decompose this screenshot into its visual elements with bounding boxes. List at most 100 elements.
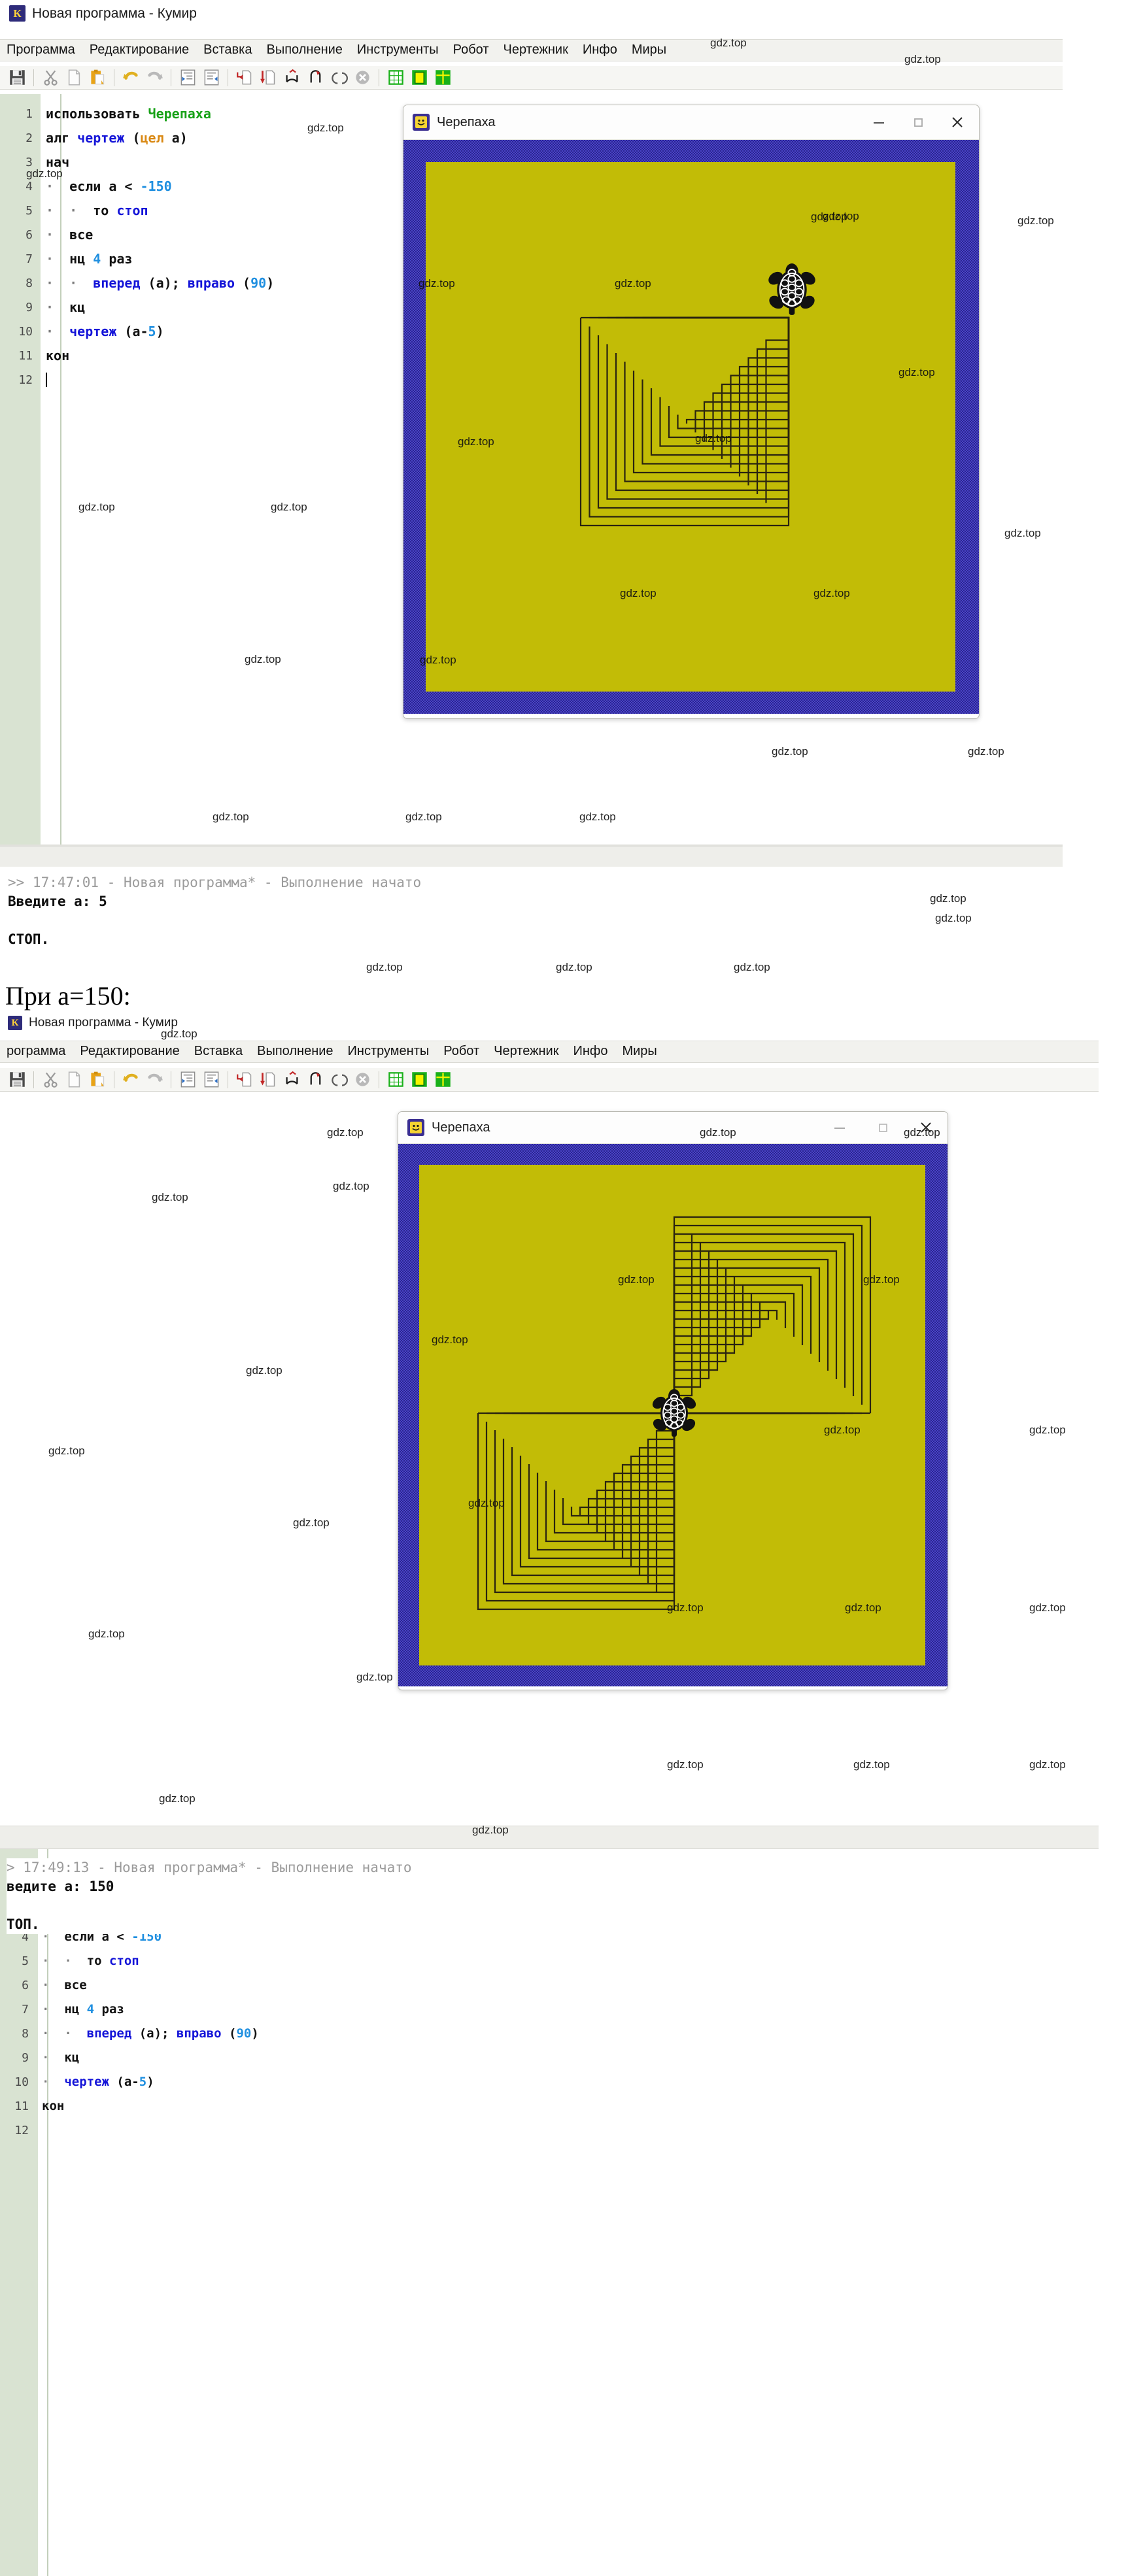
close-icon[interactable] (949, 114, 966, 131)
menu-item-1[interactable]: Редактирование (90, 42, 189, 58)
spiral-ring (598, 318, 789, 508)
window1-toolbar[interactable] (0, 66, 1063, 90)
indent-icon[interactable] (178, 1070, 197, 1090)
code-text[interactable]: · чертеж (а-5) (37, 2070, 1099, 2094)
menu-item-4[interactable]: Инструменты (357, 42, 439, 58)
menu-item-7[interactable]: Инфо (573, 1044, 607, 1059)
spiral-ring (651, 318, 789, 455)
run-icon[interactable] (282, 68, 301, 88)
window-green-icon[interactable] (409, 1070, 429, 1090)
window-green-icon[interactable] (409, 68, 429, 88)
copy-icon[interactable] (64, 68, 84, 88)
maximize-icon[interactable] (910, 114, 927, 131)
step-over-icon[interactable] (258, 1070, 278, 1090)
window2-editor[interactable]: 1использовать Черепаха2алг чертеж (цел а… (0, 1846, 1099, 2576)
cut-icon[interactable] (41, 68, 60, 88)
indent-icon[interactable] (178, 68, 197, 88)
run-fast-icon[interactable] (305, 68, 325, 88)
watermark: gdz.top (1029, 1424, 1066, 1437)
watermark: gdz.top (152, 1191, 188, 1204)
menu-item-0[interactable]: рограмма (7, 1044, 65, 1059)
line-number: 8 (0, 271, 41, 295)
step-out-icon[interactable] (329, 68, 349, 88)
undo-icon[interactable] (121, 68, 141, 88)
menu-item-2[interactable]: Вставка (203, 42, 252, 58)
menu-item-8[interactable]: Миры (622, 1044, 657, 1059)
spiral-ring (625, 318, 789, 482)
window2-menubar[interactable]: рограмма Редактирование Вставка Выполнение И… (0, 1041, 1099, 1063)
code-line[interactable]: 12 (0, 2118, 1099, 2143)
redo-icon[interactable] (145, 1070, 164, 1090)
grid-green-icon[interactable] (386, 68, 405, 88)
watermark: gdz.top (88, 1628, 125, 1641)
code-token: если а < (69, 178, 140, 194)
code-text[interactable]: кон (37, 2094, 1099, 2118)
code-line[interactable]: 8· · вперед (а); вправо (90) (0, 2022, 1099, 2046)
outdent-icon[interactable] (201, 68, 221, 88)
step-in-icon[interactable] (235, 1070, 254, 1090)
menu-item-4[interactable]: Инструменты (348, 1044, 430, 1059)
menu-item-3[interactable]: Выполнение (257, 1044, 333, 1059)
code-token: 4 (93, 251, 101, 267)
paste-icon[interactable] (88, 68, 107, 88)
window1-menubar[interactable]: Программа Редактирование Вставка Выполнение… (0, 39, 1063, 61)
code-line[interactable]: 6· все (0, 1973, 1099, 1998)
turtle-canvas-1[interactable] (426, 162, 955, 692)
step-in-icon[interactable] (235, 68, 254, 88)
minimize-icon-2[interactable] (831, 1119, 848, 1136)
close-icon-2[interactable] (917, 1119, 934, 1136)
code-text[interactable]: · нц 4 раз (37, 1998, 1099, 2022)
run-icon[interactable] (282, 1070, 301, 1090)
turtle-window-1[interactable]: Черепаха (403, 105, 980, 719)
menu-item-0[interactable]: Программа (7, 42, 75, 58)
turtle-canvas-2[interactable] (419, 1165, 925, 1665)
save-icon[interactable] (7, 68, 27, 88)
menu-item-3[interactable]: Выполнение (267, 42, 343, 58)
console-line: ТОП. (7, 1915, 1118, 1934)
cut-icon[interactable] (41, 1070, 60, 1090)
watermark: gdz.top (556, 961, 592, 974)
outdent-icon[interactable] (201, 1070, 221, 1090)
step-over-icon[interactable] (258, 68, 278, 88)
stop-icon[interactable] (352, 68, 372, 88)
menu-item-2[interactable]: Вставка (194, 1044, 243, 1059)
menu-item-6[interactable]: Чертежник (494, 1044, 558, 1059)
paste-icon[interactable] (88, 1070, 107, 1090)
menu-item-6[interactable]: Чертежник (504, 42, 568, 58)
menu-item-5[interactable]: Робот (453, 42, 489, 58)
menu-item-1[interactable]: Редактирование (80, 1044, 179, 1059)
code-lines-2[interactable]: 1использовать Черепаха2алг чертеж (цел а… (0, 1846, 1099, 2576)
step-out-icon[interactable] (329, 1070, 349, 1090)
code-line[interactable]: 5· · то стоп (0, 1949, 1099, 1973)
menu-item-8[interactable]: Миры (632, 42, 666, 58)
code-text[interactable]: · все (37, 1973, 1099, 1998)
line-number: 9 (0, 2046, 37, 2070)
line-number: 5 (0, 199, 41, 223)
window2-toolbar[interactable] (0, 1068, 1099, 1092)
line-number: 1 (0, 102, 41, 126)
code-token: кц (64, 2050, 79, 2065)
code-line[interactable]: 9· кц (0, 2046, 1099, 2070)
minimize-icon[interactable] (870, 114, 887, 131)
save-icon[interactable] (7, 1070, 27, 1090)
watermark: gdz.top (159, 1792, 196, 1805)
code-text[interactable]: · · то стоп (37, 1949, 1099, 1973)
code-line[interactable]: 10· чертеж (а-5) (0, 2070, 1099, 2094)
run-fast-icon[interactable] (305, 1070, 325, 1090)
watermark: gdz.top (366, 961, 403, 974)
stop-icon[interactable] (352, 1070, 372, 1090)
menu-item-5[interactable]: Робот (443, 1044, 479, 1059)
grid-green-icon[interactable] (386, 1070, 405, 1090)
code-text[interactable]: · кц (37, 2046, 1099, 2070)
maximize-icon-2[interactable] (874, 1119, 891, 1136)
menu-item-7[interactable]: Инфо (583, 42, 617, 58)
axes-green-icon[interactable] (433, 68, 453, 88)
axes-green-icon[interactable] (433, 1070, 453, 1090)
code-line[interactable]: 11кон (0, 2094, 1099, 2118)
code-line[interactable]: 7· нц 4 раз (0, 1998, 1099, 2022)
copy-icon[interactable] (64, 1070, 84, 1090)
undo-icon[interactable] (121, 1070, 141, 1090)
redo-icon[interactable] (145, 68, 164, 88)
code-text[interactable]: · · вперед (а); вправо (90) (37, 2022, 1099, 2046)
turtle-window-2[interactable]: Черепаха (398, 1111, 948, 1690)
